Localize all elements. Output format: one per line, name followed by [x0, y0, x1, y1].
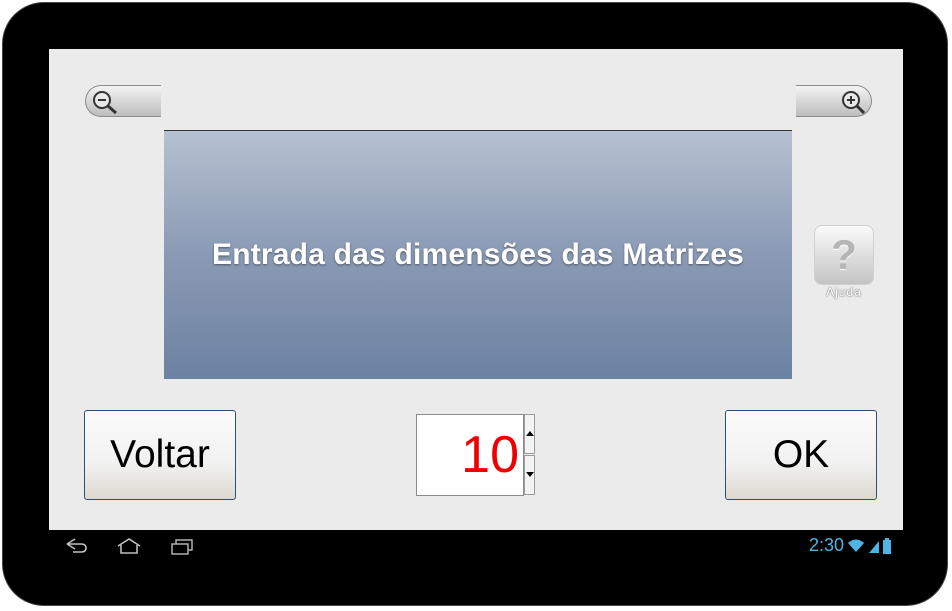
ok-button[interactable]: OK — [725, 410, 877, 500]
signal-icon — [869, 540, 879, 553]
help-icon: ? — [814, 225, 874, 285]
status-clock: 2:30 — [808, 535, 844, 555]
page-title: Entrada das dimensões das Matrizes — [212, 238, 744, 271]
question-mark-icon: ? — [831, 231, 857, 278]
zoom-out-icon — [93, 91, 117, 115]
back-button[interactable]: Voltar — [84, 410, 236, 500]
zoom-out-button[interactable] — [85, 85, 161, 117]
help-button[interactable]: ? Ajuda — [814, 225, 874, 305]
dimension-input[interactable]: 10 — [416, 414, 524, 496]
battery-icon — [883, 537, 891, 554]
help-label: Ajuda — [826, 285, 862, 299]
zoom-in-button[interactable] — [796, 85, 872, 117]
recent-apps-nav-icon[interactable] — [169, 536, 195, 561]
system-nav-bar: 2:30 — [49, 530, 903, 562]
dimension-spinner: 10 — [416, 414, 535, 496]
zoom-in-icon — [842, 91, 866, 115]
status-area: 2:30 — [809, 535, 891, 556]
title-banner: Entrada das dimensões das Matrizes — [164, 130, 792, 379]
spinner-up-arrow-icon[interactable] — [524, 414, 535, 454]
spinner-down-arrow-icon[interactable] — [524, 455, 535, 495]
home-nav-icon[interactable] — [115, 536, 143, 561]
app-screen: Entrada das dimensões das Matrizes ? Aju… — [49, 49, 903, 530]
wifi-icon — [848, 539, 864, 552]
back-nav-icon[interactable] — [63, 536, 89, 561]
